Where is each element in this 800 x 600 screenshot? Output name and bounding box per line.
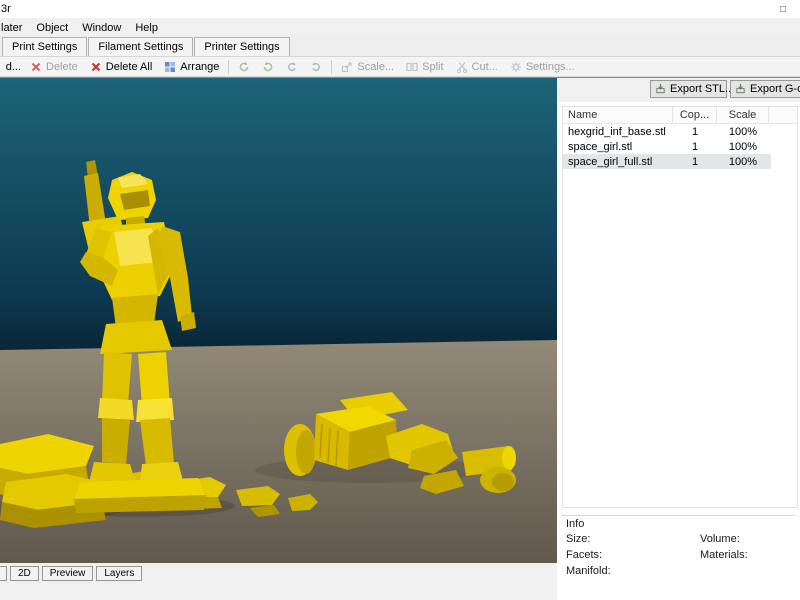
menu-help[interactable]: Help [128,18,165,37]
object-row-space-girl-full[interactable]: space_girl_full.stl 1 100% [563,154,771,169]
object-row-space-girl[interactable]: space_girl.stl 1 100% [563,139,771,154]
settings-tabstrip: Print Settings Filament Settings Printer… [0,37,800,57]
rotate-cw-button[interactable] [257,58,279,76]
column-header-copies[interactable]: Cop... [673,107,717,123]
arrange-button[interactable]: Arrange [159,58,224,76]
info-materials-label: Materials: [700,549,748,561]
export-gcode-icon [735,83,747,95]
tab-filament-settings[interactable]: Filament Settings [88,37,193,56]
cut-icon [456,61,468,73]
titlebar[interactable]: 3r □ [0,0,800,18]
object-list-header: Name Cop... Scale [563,107,797,124]
plater-toolbar: d... Delete Delete All Arrange [0,57,800,77]
tab-printer-settings[interactable]: Printer Settings [194,37,289,56]
tab-layers[interactable]: Layers [96,566,142,581]
split-button[interactable]: Split [401,58,448,76]
rotate-45-cw-icon [310,61,322,73]
toolbar-separator [331,60,332,74]
rotate-ccw-button[interactable] [233,58,255,76]
settings-button[interactable]: Settings... [505,58,580,76]
delete-button[interactable]: Delete [25,58,83,76]
info-separator [561,515,795,516]
delete-icon [30,61,42,73]
menubar: later Object Window Help [0,18,800,37]
menu-plater[interactable]: later [0,18,29,37]
export-gcode-button[interactable]: Export G-code... [730,80,800,98]
maximize-button[interactable]: □ [766,0,800,18]
viewport-scene [0,78,557,563]
object-row-hexgrid-inf-base[interactable]: hexgrid_inf_base.stl 1 100% [563,124,771,139]
column-header-scale[interactable]: Scale [717,107,769,123]
tab-3d-partial[interactable] [0,566,7,581]
toolbar-separator [228,60,229,74]
info-size-label: Size: [566,533,590,545]
info-section-title: Info [566,518,584,530]
rotate-45-ccw-button[interactable] [281,58,303,76]
export-stl-icon [655,83,667,95]
delete-all-button[interactable]: Delete All [85,58,157,76]
delete-all-icon [90,61,102,73]
arrange-icon [164,61,176,73]
menu-window[interactable]: Window [75,18,128,37]
split-icon [406,61,418,73]
plater-side-panel: Export STL... Export G-code... Name Cop.… [557,77,800,600]
export-button-row: Export STL... Export G-code... [557,78,800,102]
menu-object[interactable]: Object [29,18,75,37]
tab-preview[interactable]: Preview [42,566,94,581]
scale-button[interactable]: Scale... [336,58,399,76]
tab-2d[interactable]: 2D [10,566,39,581]
cut-button[interactable]: Cut... [451,58,503,76]
rotate-45-ccw-icon [286,61,298,73]
window-title: 3r [1,3,11,15]
settings-icon [510,61,522,73]
info-manifold-label: Manifold: [566,565,611,577]
tab-print-settings[interactable]: Print Settings [2,37,87,56]
3d-viewport[interactable] [0,77,557,563]
rotate-cw-icon [262,61,274,73]
scale-icon [341,61,353,73]
export-stl-button[interactable]: Export STL... [650,80,727,98]
add-button[interactable]: d... [1,58,23,76]
rotate-ccw-icon [238,61,250,73]
info-volume-label: Volume: [700,533,740,545]
info-facets-label: Facets: [566,549,602,561]
column-header-name[interactable]: Name [563,107,673,123]
object-list: Name Cop... Scale hexgrid_inf_base.stl 1… [562,106,798,508]
rotate-45-cw-button[interactable] [305,58,327,76]
view-tab-strip: 2D Preview Layers [0,563,557,583]
